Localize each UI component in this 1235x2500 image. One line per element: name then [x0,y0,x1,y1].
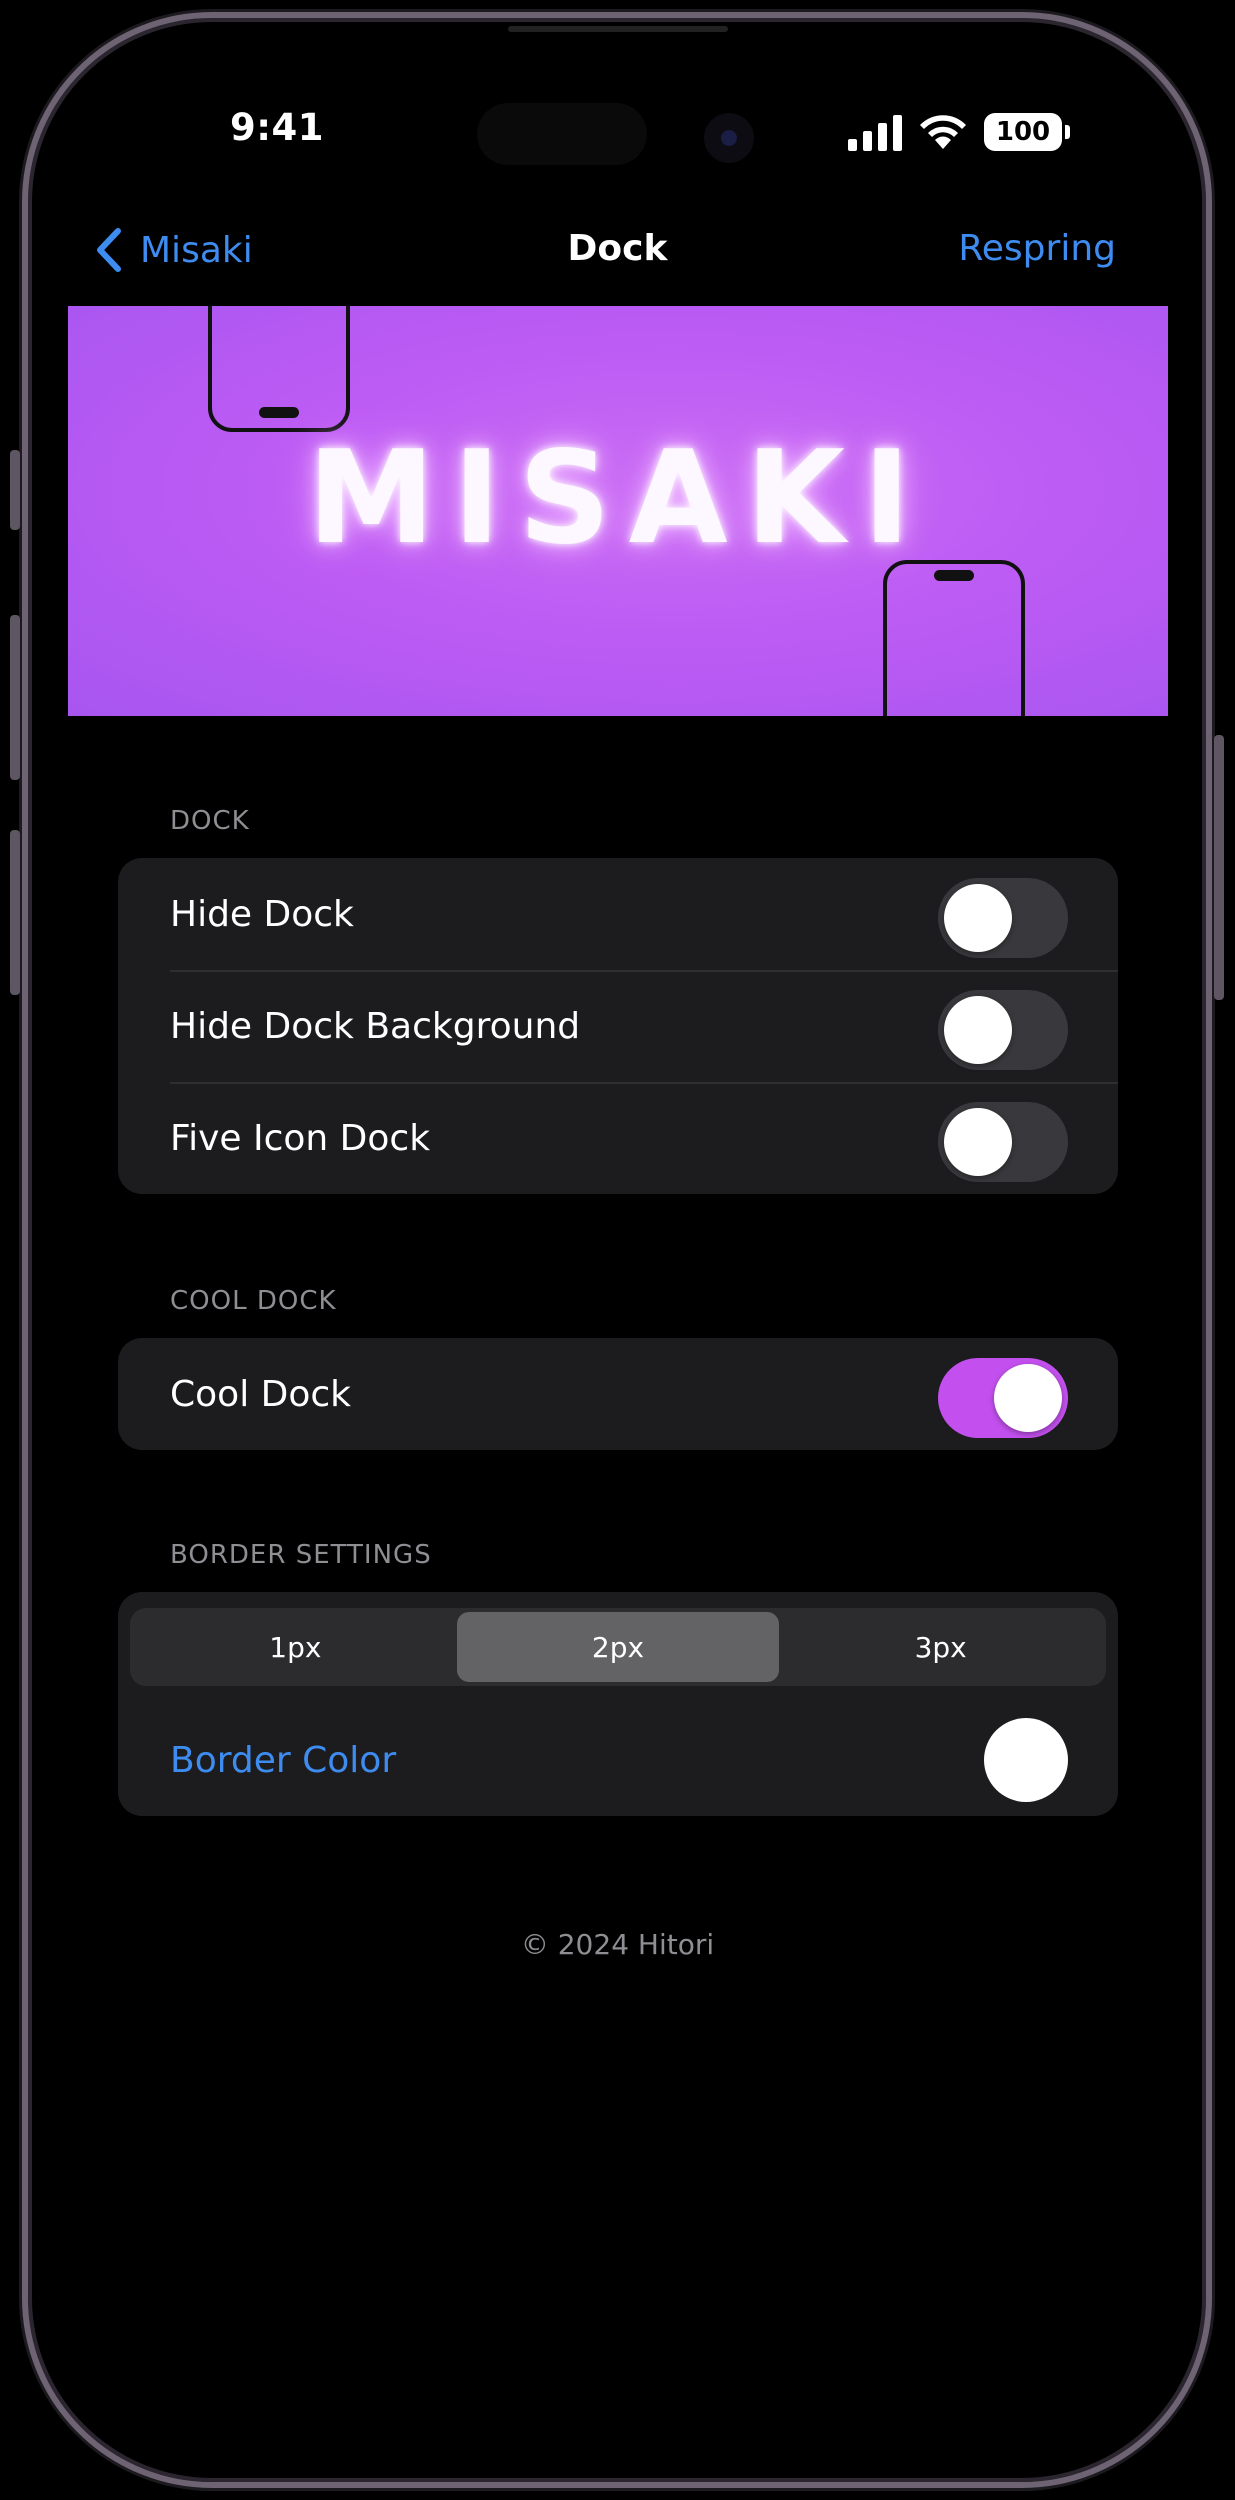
border-width-segmented-control: 1px 2px 3px [130,1608,1106,1686]
hide-dock-background-row: Hide Dock Background [118,970,1118,1082]
speaker-grille [508,26,728,32]
cool-dock-toggle[interactable] [938,1358,1068,1438]
toggle-knob [994,1364,1062,1432]
respring-button[interactable]: Respring [958,228,1116,269]
border-color-button[interactable]: Border Color [118,1704,1118,1816]
phone-illustration-bottom [883,560,1025,716]
cool-dock-label: Cool Dock [170,1373,352,1415]
wifi-icon [920,115,966,149]
battery-icon: 100 [984,113,1070,151]
segment-1px[interactable]: 1px [134,1612,457,1682]
header-banner: MISAKI [68,306,1168,716]
hide-dock-background-label: Hide Dock Background [170,1005,581,1047]
camera-icon [704,113,754,163]
banner-logo-text: MISAKI [307,424,929,573]
five-icon-dock-label: Five Icon Dock [170,1117,431,1159]
volume-up-button [10,615,20,780]
cool-dock-group: Cool Dock [118,1338,1118,1450]
dock-settings-group: Hide Dock Hide Dock Background Five Icon… [118,858,1118,1194]
section-header-border-settings: BORDER SETTINGS [170,1540,432,1570]
five-icon-dock-toggle[interactable] [938,1102,1068,1182]
cool-dock-row: Cool Dock [118,1338,1118,1450]
action-button [10,450,20,530]
status-time: 9:41 [230,106,325,149]
toggle-knob [944,1108,1012,1176]
phone-illustration-top [208,306,350,432]
dynamic-island [477,103,647,165]
toggle-knob [944,884,1012,952]
volume-down-button [10,830,20,995]
power-button [1214,735,1224,1000]
five-icon-dock-row: Five Icon Dock [118,1082,1118,1194]
toggle-knob [944,996,1012,1064]
border-color-swatch[interactable] [984,1718,1068,1802]
hide-dock-toggle[interactable] [938,878,1068,958]
hide-dock-row: Hide Dock [118,858,1118,970]
hide-dock-label: Hide Dock [170,893,354,935]
status-indicators: 100 [848,110,1070,154]
border-color-label: Border Color [170,1739,397,1781]
copyright-footer: © 2024 Hitori [520,1928,715,1961]
section-header-cool-dock: COOL DOCK [170,1286,337,1316]
segment-2px[interactable]: 2px [456,1612,780,1682]
border-settings-group: 1px 2px 3px Border Color [118,1592,1118,1816]
cellular-signal-icon [848,113,902,151]
section-header-dock: DOCK [170,806,250,836]
segment-3px[interactable]: 3px [779,1612,1102,1682]
hide-dock-background-toggle[interactable] [938,990,1068,1070]
